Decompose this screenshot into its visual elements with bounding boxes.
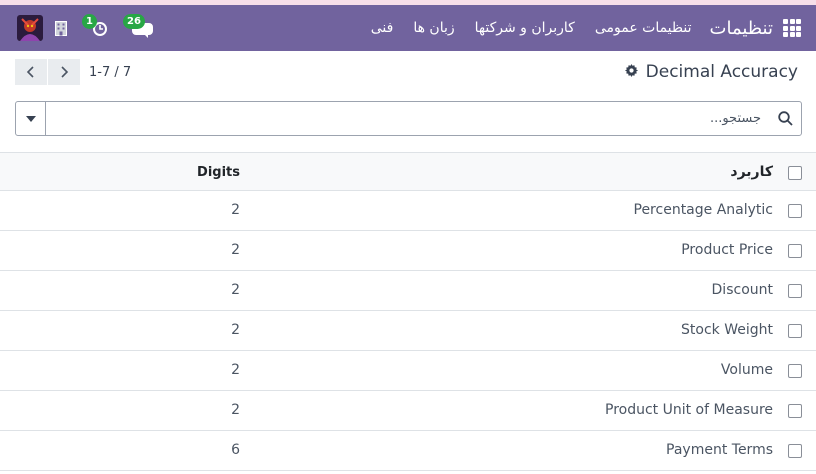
table-row[interactable]: Product Price 2: [0, 231, 816, 271]
row-checkbox[interactable]: [788, 444, 802, 458]
search-bar: [15, 101, 802, 136]
menu-general-settings[interactable]: تنظیمات عمومی: [595, 20, 692, 36]
user-avatar[interactable]: [17, 15, 43, 41]
table-header: کاربرد Digits: [0, 152, 816, 191]
pager: 1-7 / 7: [15, 59, 131, 85]
main-navbar: تنظیمات تنظیمات عمومی کاربران و شرکتها ز…: [0, 5, 816, 51]
row-checkbox[interactable]: [788, 244, 802, 258]
pager-next-button[interactable]: [48, 59, 80, 85]
row-checkbox[interactable]: [788, 324, 802, 338]
row-name: Payment Terms: [666, 442, 773, 458]
pager-previous-button[interactable]: [15, 59, 47, 85]
table-row[interactable]: Discount 2: [0, 271, 816, 311]
pager-value[interactable]: 1-7 / 7: [89, 65, 131, 80]
messages-badge: 26: [123, 14, 145, 29]
table-row[interactable]: Payment Terms 6: [0, 431, 816, 471]
row-name: Volume: [720, 362, 773, 378]
row-digits: 2: [231, 402, 240, 418]
search-options-toggle[interactable]: [16, 102, 46, 135]
menu-languages[interactable]: زبان ها: [413, 20, 454, 36]
row-digits: 2: [231, 282, 240, 298]
company-building-icon[interactable]: [55, 21, 67, 40]
apps-grid-icon[interactable]: [783, 19, 801, 37]
row-checkbox[interactable]: [788, 404, 802, 418]
row-name: Percentage Analytic: [633, 202, 774, 218]
row-checkbox[interactable]: [788, 364, 802, 378]
menu-users-companies[interactable]: کاربران و شرکتها: [475, 20, 575, 36]
row-digits: 2: [231, 202, 240, 218]
search-icon[interactable]: [769, 102, 801, 135]
row-name: Stock Weight: [681, 322, 773, 338]
column-header-name[interactable]: کاربرد: [730, 153, 773, 192]
row-name: Product Unit of Measure: [605, 402, 773, 418]
table-row[interactable]: Percentage Analytic 2: [0, 191, 816, 231]
breadcrumb: Decimal Accuracy: [624, 62, 798, 82]
row-name: Product Price: [681, 242, 773, 258]
table-row[interactable]: Product Unit of Measure 2: [0, 391, 816, 431]
caret-down-icon: [25, 115, 36, 122]
table-row[interactable]: Volume 2: [0, 351, 816, 391]
app-title[interactable]: تنظیمات: [710, 18, 773, 39]
table-row[interactable]: Stock Weight 2: [0, 311, 816, 351]
page-title: Decimal Accuracy: [645, 62, 798, 82]
activities-badge: 1: [82, 14, 97, 29]
select-all-checkbox[interactable]: [788, 166, 802, 180]
gear-icon[interactable]: [624, 62, 638, 82]
row-digits: 6: [231, 442, 240, 458]
menu-technical[interactable]: فنی: [371, 20, 394, 36]
row-digits: 2: [231, 362, 240, 378]
chevron-left-icon: [26, 66, 34, 78]
row-checkbox[interactable]: [788, 204, 802, 218]
chevron-right-icon: [61, 66, 69, 78]
row-digits: 2: [231, 242, 240, 258]
search-input[interactable]: [46, 102, 769, 135]
records-table: کاربرد Digits Percentage Analytic 2 Prod…: [0, 152, 816, 471]
row-checkbox[interactable]: [788, 284, 802, 298]
row-digits: 2: [231, 322, 240, 338]
row-name: Discount: [711, 282, 773, 298]
column-header-digits[interactable]: Digits: [197, 153, 240, 192]
